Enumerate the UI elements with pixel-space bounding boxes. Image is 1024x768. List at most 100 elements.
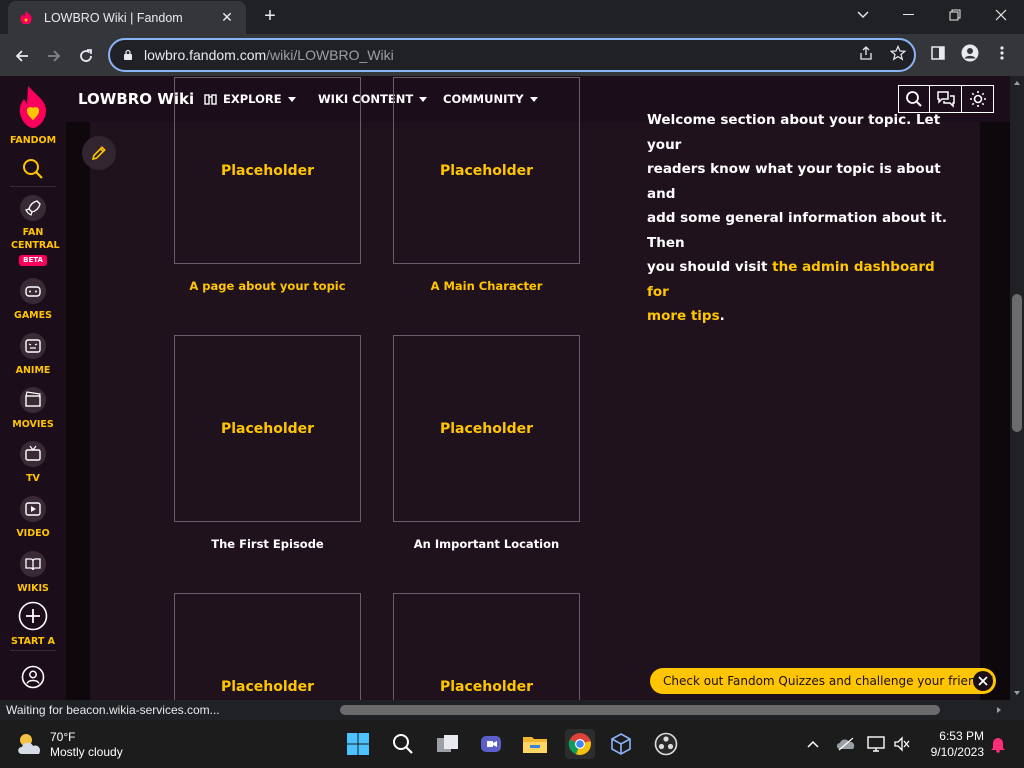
fandom-global-nav: FANDOM FAN CENTRAL BETA GAMES ANIME MOVI… bbox=[0, 76, 66, 700]
tab-title: LOWBRO Wiki | Fandom bbox=[44, 10, 183, 25]
close-tab-icon[interactable]: ✕ bbox=[218, 9, 236, 26]
placeholder-tile[interactable]: Placeholder bbox=[174, 335, 361, 522]
tile-caption-link[interactable]: A page about your topic bbox=[174, 279, 361, 293]
notification-bell-icon[interactable] bbox=[988, 735, 1008, 753]
chat-bubbles-icon bbox=[936, 91, 955, 108]
url-host: lowbro.fandom.com bbox=[144, 47, 267, 63]
horizontal-scroll-thumb[interactable] bbox=[340, 705, 940, 715]
volume-muted-icon[interactable] bbox=[892, 735, 912, 753]
pencil-icon bbox=[91, 146, 106, 161]
tile-caption-link[interactable]: A Main Character bbox=[393, 279, 580, 293]
rail-movies[interactable]: MOVIES bbox=[0, 386, 66, 431]
tile-label: Placeholder bbox=[439, 678, 534, 695]
profile-icon[interactable] bbox=[960, 43, 980, 63]
onedrive-icon[interactable] bbox=[836, 735, 856, 753]
welcome-line: readers know what your topic is about an… bbox=[647, 161, 941, 202]
weather-description[interactable]: Mostly cloudy bbox=[50, 745, 123, 759]
address-bar[interactable]: lowbro.fandom.com/wiki/LOWBRO_Wiki bbox=[108, 38, 916, 72]
welcome-line: Welcome section about your topic. Let yo… bbox=[647, 112, 941, 153]
rail-tv[interactable]: TV bbox=[0, 440, 66, 485]
rail-fan-central[interactable]: FAN CENTRAL BETA bbox=[0, 194, 66, 266]
search-icon bbox=[906, 91, 922, 107]
movies-label: MOVIES bbox=[12, 419, 54, 430]
edit-button[interactable] bbox=[82, 136, 116, 170]
rail-user-account[interactable] bbox=[0, 665, 66, 693]
url-path: /wiki/LOWBRO_Wiki bbox=[266, 47, 394, 63]
status-bubble: Waiting for beacon.wikia-services.com... bbox=[0, 700, 226, 720]
tile-label: Placeholder bbox=[220, 162, 315, 179]
games-label: GAMES bbox=[14, 310, 52, 321]
weather-temperature[interactable]: 70°F bbox=[50, 730, 75, 744]
minimize-button[interactable] bbox=[886, 0, 932, 30]
page-gutter bbox=[980, 122, 1010, 700]
lock-icon[interactable] bbox=[122, 49, 134, 61]
more-tips-link[interactable]: more tips bbox=[647, 308, 720, 324]
placeholder-tile[interactable]: Placeholder bbox=[393, 593, 580, 700]
quiz-promo-banner[interactable]: Check out Fandom Quizzes and challenge y… bbox=[650, 668, 996, 694]
user-avatar-icon bbox=[21, 665, 45, 689]
show-hidden-icons-chevron-up-icon[interactable] bbox=[803, 735, 823, 753]
rail-anime[interactable]: ANIME bbox=[0, 332, 66, 377]
task-view-icon[interactable] bbox=[435, 731, 461, 757]
browser-toolbar: lowbro.fandom.com/wiki/LOWBRO_Wiki bbox=[0, 34, 1024, 76]
anime-face-icon bbox=[20, 333, 46, 359]
scroll-up-arrow-icon[interactable] bbox=[1010, 78, 1024, 88]
anime-label: ANIME bbox=[15, 365, 51, 376]
file-explorer-icon[interactable] bbox=[522, 731, 548, 757]
obs-studio-icon[interactable] bbox=[653, 731, 679, 757]
rail-divider bbox=[10, 186, 56, 187]
welcome-text: you should visit bbox=[647, 259, 773, 275]
placeholder-tile[interactable]: Placeholder bbox=[174, 77, 361, 264]
side-panel-icon[interactable] bbox=[928, 43, 948, 63]
rail-games[interactable]: GAMES bbox=[0, 277, 66, 322]
weather-cloudy-icon[interactable] bbox=[14, 730, 46, 758]
teams-chat-icon[interactable] bbox=[478, 731, 504, 757]
chrome-menu-icon[interactable] bbox=[992, 43, 1012, 63]
start-wiki-label: START A WIKI bbox=[11, 636, 55, 651]
placeholder-tile[interactable]: Placeholder bbox=[393, 77, 580, 264]
rail-search-button[interactable] bbox=[0, 158, 66, 184]
clock-time[interactable]: 6:53 PM bbox=[920, 729, 984, 743]
new-tab-button[interactable]: + bbox=[258, 5, 282, 29]
close-banner-button[interactable] bbox=[973, 671, 993, 691]
placeholder-tile[interactable]: Placeholder bbox=[393, 335, 580, 522]
clock-date[interactable]: 9/10/2023 bbox=[920, 745, 984, 759]
restore-button[interactable] bbox=[932, 0, 978, 30]
virtualbox-icon[interactable] bbox=[608, 731, 634, 757]
rocket-icon bbox=[20, 195, 46, 221]
display-icon[interactable] bbox=[866, 735, 886, 753]
video-label: VIDEO bbox=[16, 528, 50, 539]
taskbar-search-icon[interactable] bbox=[390, 731, 416, 757]
back-button[interactable] bbox=[8, 42, 36, 70]
sun-icon bbox=[969, 91, 986, 107]
welcome-line: you should visit the admin dashboard for bbox=[647, 255, 947, 304]
share-icon[interactable] bbox=[856, 43, 876, 63]
close-window-button[interactable] bbox=[978, 0, 1024, 30]
book-icon bbox=[20, 551, 46, 577]
tile-caption: The First Episode bbox=[211, 537, 324, 551]
tab-search-icon[interactable] bbox=[840, 0, 886, 30]
browser-titlebar: LOWBRO Wiki | Fandom ✕ + bbox=[0, 0, 1024, 34]
fandom-logo[interactable]: FANDOM bbox=[0, 84, 66, 147]
placeholder-tile[interactable]: Placeholder bbox=[174, 593, 361, 700]
search-icon bbox=[23, 159, 43, 179]
browser-tab[interactable]: LOWBRO Wiki | Fandom ✕ bbox=[8, 1, 246, 34]
rail-wikis[interactable]: WIKIS bbox=[0, 550, 66, 595]
forward-button[interactable] bbox=[40, 42, 68, 70]
gamepad-icon bbox=[20, 278, 46, 304]
fandom-label: FANDOM bbox=[9, 135, 57, 146]
rail-divider bbox=[10, 650, 56, 651]
vertical-scroll-thumb[interactable] bbox=[1012, 294, 1022, 432]
fan-central-label: FAN CENTRAL bbox=[11, 227, 60, 251]
article-content: Placeholder A page about your topic Plac… bbox=[90, 77, 980, 700]
windows-start-icon[interactable] bbox=[345, 731, 371, 757]
scroll-down-arrow-icon[interactable] bbox=[1010, 688, 1024, 698]
chrome-taskbar-icon[interactable] bbox=[565, 729, 595, 759]
rail-start-a-wiki[interactable]: START A WIKI bbox=[0, 601, 66, 651]
reload-button[interactable] bbox=[72, 42, 100, 70]
tile-label: Placeholder bbox=[220, 678, 315, 695]
rail-video[interactable]: VIDEO bbox=[0, 495, 66, 540]
scroll-right-arrow-icon[interactable] bbox=[994, 703, 1004, 717]
bookmark-star-icon[interactable] bbox=[888, 43, 908, 63]
theme-toggle-button[interactable] bbox=[962, 85, 994, 113]
